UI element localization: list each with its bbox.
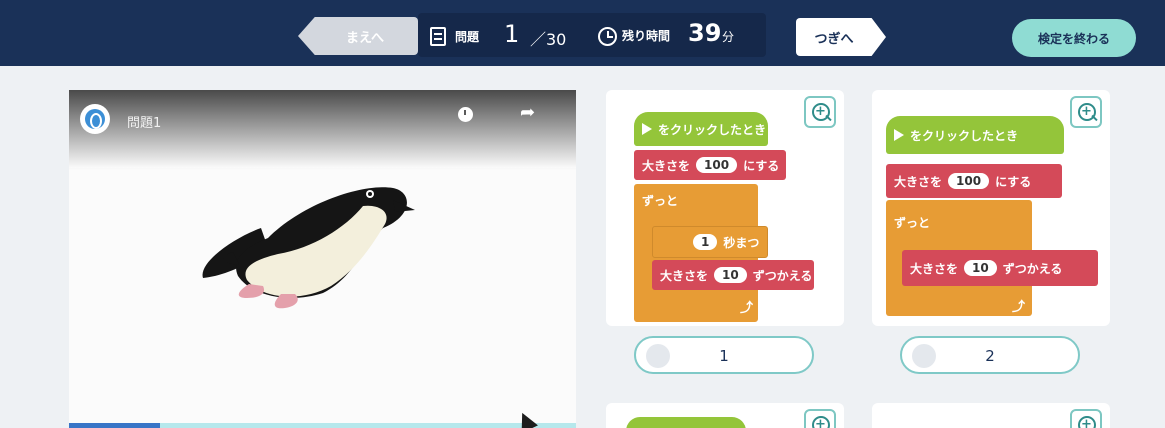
forever-text: ずっと — [894, 216, 931, 230]
answer-option-2[interactable]: 2 — [900, 336, 1080, 374]
zoom-in-icon[interactable]: + — [804, 409, 836, 428]
top-toolbar: まえへ 問題 1 ／30 残り時間 39 分 つぎへ 検定を終わる — [0, 0, 1165, 66]
wait-suffix: 秒まつ — [723, 235, 760, 250]
set-size-value: 100 — [948, 173, 990, 189]
video-progress-fill — [69, 423, 161, 428]
document-icon — [430, 27, 446, 46]
choice-card-2[interactable]: + をクリックしたとき 大きさを 100 にする ずっと 大きさを 10 ずつかえる ⤴ — [872, 90, 1110, 326]
hat-text: をクリックしたとき — [658, 122, 767, 137]
change-size-prefix: 大きさを — [660, 268, 709, 283]
zoom-plus-glyph: + — [1081, 417, 1092, 428]
remaining-time-label: 残り時間 — [622, 29, 671, 43]
remaining-time-value: 39 — [688, 19, 722, 47]
when-flag-clicked-block — [626, 417, 746, 428]
next-label: つぎへ — [814, 31, 854, 47]
when-flag-clicked-block: をクリックしたとき — [886, 116, 1064, 154]
loop-arrow-icon: ⤴ — [740, 301, 754, 316]
answer-number: 2 — [985, 347, 995, 365]
green-flag-icon — [642, 123, 652, 135]
change-size-block: 大きさを 10 ずつかえる — [902, 250, 1098, 286]
wait-block: 1 秒まつ — [652, 226, 768, 258]
zoom-plus-glyph: + — [815, 417, 826, 428]
set-size-suffix: にする — [995, 174, 1032, 189]
channel-logo-icon — [80, 104, 110, 134]
forever-text: ずっと — [642, 194, 679, 208]
hat-text: をクリックしたとき — [910, 128, 1019, 143]
answer-number: 1 — [719, 347, 729, 365]
watch-later-icon[interactable] — [458, 107, 473, 122]
next-button[interactable]: つぎへ — [796, 18, 886, 56]
remaining-time-unit: 分 — [722, 30, 735, 44]
loop-arrow-icon: ⤴ — [1012, 300, 1026, 315]
green-flag-icon — [894, 129, 904, 141]
finish-exam-button[interactable]: 検定を終わる — [1012, 19, 1136, 57]
change-size-value: 10 — [964, 260, 997, 276]
prev-button[interactable]: まえへ — [298, 17, 418, 55]
problem-label: 問題 — [455, 30, 480, 44]
change-size-suffix: ずつかえる — [752, 268, 813, 283]
set-size-prefix: 大きさを — [894, 174, 943, 189]
change-size-value: 10 — [714, 267, 747, 283]
choice-card-1[interactable]: + をクリックしたとき 大きさを 100 にする ずっと 1 秒まつ 大きさを 10 ずつ… — [606, 90, 844, 326]
set-size-block: 大きさを 100 にする — [886, 164, 1062, 198]
zoom-plus-glyph: + — [815, 104, 826, 119]
video-progress-track[interactable] — [69, 423, 576, 428]
share-icon[interactable]: ➦ — [520, 102, 535, 123]
zoom-plus-glyph: + — [1081, 104, 1092, 119]
answer-option-1[interactable]: 1 — [634, 336, 814, 374]
zoom-in-icon[interactable]: + — [804, 96, 836, 128]
current-problem-number: 1 — [504, 20, 520, 48]
set-size-value: 100 — [696, 157, 738, 173]
change-size-prefix: 大きさを — [910, 261, 959, 276]
choice-card-4[interactable]: + — [872, 403, 1110, 428]
zoom-in-icon[interactable]: + — [1070, 409, 1102, 428]
wait-value: 1 — [693, 234, 718, 250]
prev-label: まえへ — [345, 30, 385, 46]
clock-icon — [598, 27, 617, 46]
change-size-suffix: ずつかえる — [1002, 261, 1063, 276]
change-size-block: 大きさを 10 ずつかえる — [652, 260, 814, 290]
video-title: 問題1 — [127, 116, 162, 131]
problem-total: ／30 — [530, 30, 567, 49]
choice-card-3[interactable]: + — [606, 403, 844, 428]
set-size-block: 大きさを 100 にする — [634, 150, 786, 180]
zoom-in-icon[interactable]: + — [1070, 96, 1102, 128]
video-player[interactable]: 問題1 ➦ — [69, 90, 576, 428]
set-size-suffix: にする — [743, 158, 780, 173]
set-size-prefix: 大きさを — [642, 158, 691, 173]
when-flag-clicked-block: をクリックしたとき — [634, 112, 768, 146]
